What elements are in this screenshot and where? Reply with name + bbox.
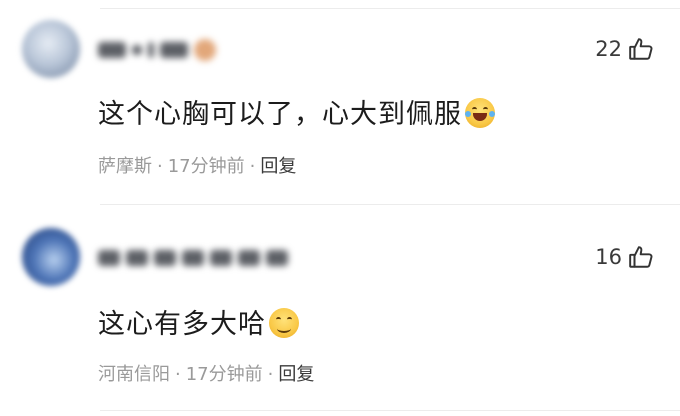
username-blurred[interactable] bbox=[98, 38, 216, 62]
bottom-divider bbox=[100, 410, 680, 411]
avatar[interactable] bbox=[22, 228, 80, 286]
username-blurred[interactable] bbox=[98, 246, 288, 270]
smiling-emoji-icon bbox=[269, 308, 299, 338]
timestamp: 17分钟前 bbox=[167, 156, 245, 177]
thumbs-up-icon[interactable] bbox=[628, 36, 654, 62]
laughing-tears-emoji-icon bbox=[465, 98, 495, 128]
avatar[interactable] bbox=[22, 20, 80, 78]
comment-text-body: 这心有多大哈 bbox=[98, 309, 266, 340]
comment-text: 这个心胸可以了，心大到佩服 bbox=[98, 92, 495, 131]
comment-meta: 河南信阳 · 17分钟前 · 回复 bbox=[98, 360, 314, 386]
like-area[interactable]: 22 bbox=[595, 36, 654, 62]
like-count: 16 bbox=[595, 245, 622, 269]
comment-meta: 萨摩斯 · 17分钟前 · 回复 bbox=[98, 152, 296, 178]
timestamp: 17分钟前 bbox=[185, 364, 263, 385]
like-area[interactable]: 16 bbox=[595, 244, 654, 270]
location: 河南信阳 bbox=[98, 364, 170, 385]
separator: · bbox=[157, 156, 163, 177]
comment-text-body: 这个心胸可以了，心大到佩服 bbox=[98, 99, 462, 130]
comment-text: 这心有多大哈 bbox=[98, 302, 299, 341]
thumbs-up-icon[interactable] bbox=[628, 244, 654, 270]
like-count: 22 bbox=[595, 37, 622, 61]
separator: · bbox=[267, 364, 274, 385]
top-divider bbox=[100, 8, 680, 9]
location: 萨摩斯 bbox=[98, 156, 152, 177]
separator: · bbox=[175, 364, 181, 385]
comment-divider bbox=[100, 204, 680, 205]
reply-button[interactable]: 回复 bbox=[260, 156, 296, 177]
reply-button[interactable]: 回复 bbox=[278, 364, 314, 385]
separator: · bbox=[249, 156, 256, 177]
